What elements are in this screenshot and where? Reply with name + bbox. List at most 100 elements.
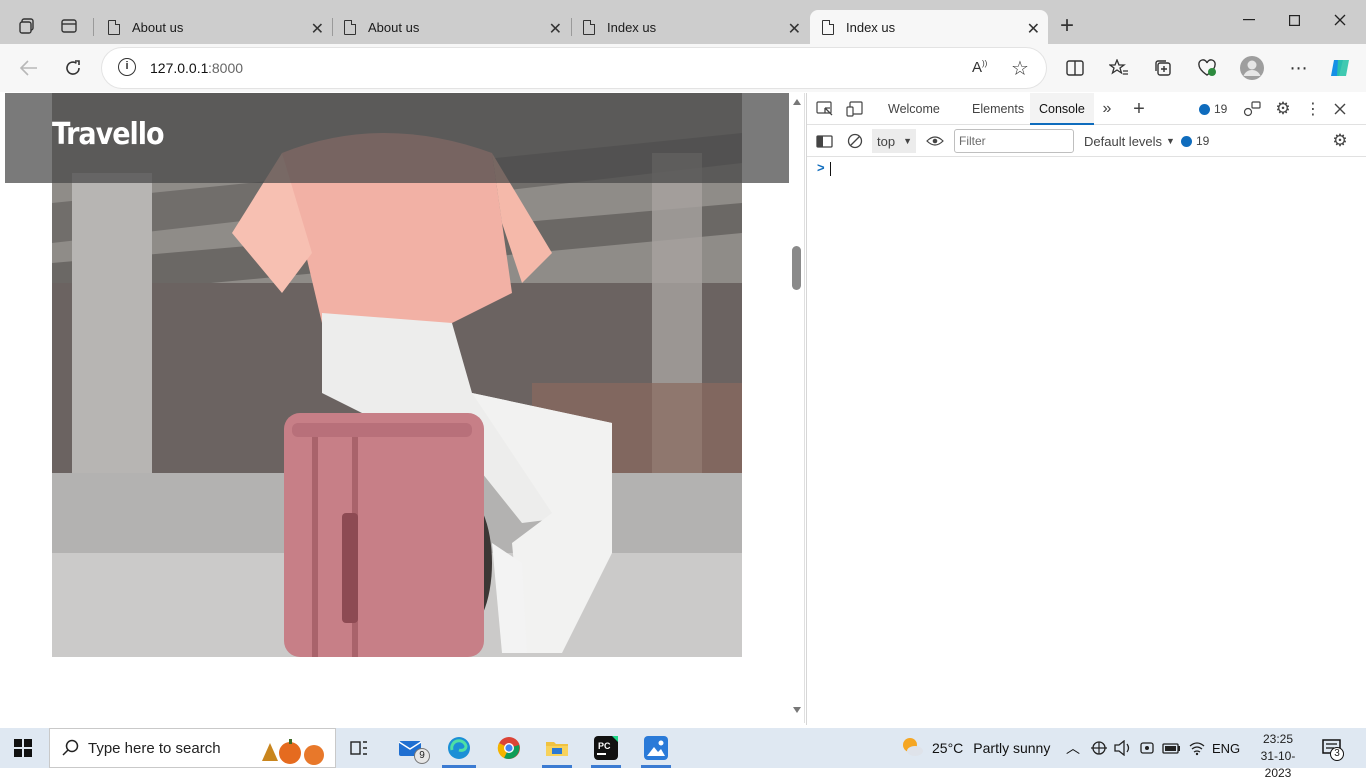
read-aloud-icon[interactable]: A))	[972, 59, 987, 76]
add-tool-button[interactable]: +	[1129, 98, 1149, 120]
devtools-tab-elements[interactable]: Elements	[972, 93, 1024, 125]
share-feedback-icon[interactable]	[1243, 99, 1261, 119]
scroll-up-arrow[interactable]	[793, 99, 801, 105]
meet-now-icon[interactable]	[1139, 728, 1155, 768]
mail-app-icon[interactable]: 9	[398, 736, 430, 764]
clock-date: 31-10-2023	[1260, 749, 1296, 780]
tab-about-us-1[interactable]: About us ✕	[96, 10, 332, 44]
input-language[interactable]: ENG	[1212, 728, 1240, 768]
profile-avatar[interactable]	[1240, 56, 1264, 80]
devtools-panel: Welcome Elements Console » + 19 ⚙ ⋮ top …	[806, 93, 1366, 725]
more-tabs-chevron-icon[interactable]: »	[1098, 99, 1116, 119]
refresh-button[interactable]	[61, 56, 85, 80]
volume-icon[interactable]	[1114, 728, 1132, 768]
dropdown-arrow-icon: ▼	[1166, 136, 1175, 146]
scroll-down-arrow[interactable]	[793, 707, 801, 713]
battery-icon[interactable]	[1162, 728, 1182, 768]
pycharm-icon[interactable]: PC	[594, 736, 618, 760]
settings-more-icon[interactable]: ⋯	[1287, 56, 1311, 80]
notifications-icon[interactable]: 3	[1322, 738, 1344, 761]
live-expression-eye-icon[interactable]	[925, 131, 945, 151]
issues-count: 19	[1214, 102, 1228, 116]
tab-about-us-2[interactable]: About us ✕	[332, 10, 570, 44]
minimize-button[interactable]	[1226, 8, 1272, 32]
search-placeholder: Type here to search	[88, 739, 221, 757]
browser-essentials-icon[interactable]	[1195, 56, 1219, 80]
scrollbar-thumb[interactable]	[792, 246, 801, 290]
back-button[interactable]	[17, 56, 41, 80]
file-explorer-icon[interactable]	[545, 736, 569, 760]
site-info-icon[interactable]: i	[118, 58, 136, 76]
favorites-icon[interactable]	[1107, 56, 1131, 80]
page-scrollbar[interactable]	[789, 93, 805, 723]
tab-title: About us	[368, 19, 420, 35]
tab-actions-icon[interactable]	[55, 12, 83, 40]
clear-console-icon[interactable]	[846, 131, 864, 151]
tab-title: Index us	[607, 19, 657, 35]
webpage-viewport: Travello	[5, 93, 789, 723]
tab-index-us-1[interactable]: Index us ✕	[571, 10, 809, 44]
close-devtools-icon[interactable]	[1331, 99, 1349, 119]
maximize-button[interactable]	[1271, 8, 1317, 32]
tab-index-us-active[interactable]: Index us ✕	[810, 10, 1048, 44]
close-tab-icon[interactable]: ✕	[1027, 19, 1040, 39]
edge-browser-icon[interactable]	[447, 736, 471, 760]
device-emulation-icon[interactable]	[845, 99, 865, 119]
console-settings-icon[interactable]: ⚙	[1330, 131, 1350, 151]
notification-badge: 3	[1330, 747, 1344, 761]
console-prompt-icon: >	[817, 160, 825, 175]
partly-sunny-icon	[900, 736, 924, 761]
network-sharing-icon[interactable]	[1090, 728, 1108, 768]
split-screen-icon[interactable]	[1063, 56, 1087, 80]
messages-count: 19	[1196, 134, 1210, 148]
console-filter-input[interactable]	[954, 129, 1074, 153]
show-sidebar-icon[interactable]	[815, 131, 833, 151]
customize-menu-icon[interactable]: ⋮	[1305, 99, 1321, 119]
clock[interactable]: 23:25 31-10-2023	[1250, 731, 1306, 780]
log-levels-label: Default levels	[1084, 133, 1163, 149]
close-window-button[interactable]	[1317, 8, 1363, 32]
issues-counter[interactable]: 19	[1199, 99, 1227, 119]
devtools-settings-icon[interactable]: ⚙	[1274, 99, 1292, 119]
show-hidden-icons-chevron-icon[interactable]: ︿	[1066, 728, 1080, 768]
context-selector[interactable]: top ▼	[872, 129, 916, 153]
browser-tab-strip: About us ✕ About us ✕ Index us ✕ Index u…	[0, 0, 1366, 44]
halloween-pumpkins-icon[interactable]	[260, 733, 334, 769]
page-icon	[822, 19, 834, 35]
chrome-icon[interactable]	[497, 736, 521, 760]
address-bar[interactable]: i 127.0.0.1 :8000 A)) ☆	[102, 48, 1046, 88]
favorite-star-icon[interactable]: ☆	[1011, 56, 1029, 81]
tab-separator	[93, 18, 94, 36]
copilot-icon[interactable]	[1328, 56, 1352, 80]
site-navbar: Travello	[5, 93, 789, 183]
photos-app-icon[interactable]	[644, 736, 668, 760]
weather-widget[interactable]: 25°C Partly sunny	[900, 728, 1050, 768]
devtools-tab-welcome[interactable]: Welcome	[888, 93, 940, 125]
windows-start-icon[interactable]	[14, 739, 32, 760]
message-bubble-icon	[1199, 103, 1210, 115]
devtools-tab-bar: Welcome Elements Console » + 19 ⚙ ⋮	[807, 93, 1366, 125]
taskbar-search-box[interactable]: Type here to search	[49, 728, 336, 768]
url-host: 127.0.0.1	[150, 60, 209, 76]
collections-icon[interactable]	[1151, 56, 1175, 80]
wifi-icon[interactable]	[1188, 728, 1206, 768]
task-view-icon[interactable]	[347, 736, 371, 760]
mail-badge: 9	[414, 748, 430, 764]
message-bubble-icon	[1181, 135, 1192, 147]
console-toolbar: top ▼ Default levels ▼ 19 ⚙	[807, 125, 1366, 157]
log-levels-dropdown[interactable]: Default levels ▼	[1084, 131, 1175, 151]
workspaces-icon[interactable]	[13, 12, 41, 40]
console-messages-counter[interactable]: 19	[1181, 131, 1209, 151]
inspect-element-icon[interactable]	[815, 99, 835, 119]
windows-taskbar: Type here to search 9 PC 25°C Partly sun…	[0, 728, 1366, 780]
close-tab-icon[interactable]: ✕	[788, 19, 801, 39]
context-value: top	[877, 133, 896, 149]
close-tab-icon[interactable]: ✕	[549, 19, 562, 39]
console-caret	[830, 162, 831, 176]
site-brand-logo[interactable]: Travello	[52, 117, 165, 152]
close-tab-icon[interactable]: ✕	[311, 19, 324, 39]
console-output[interactable]: >	[807, 157, 1366, 725]
devtools-tab-console[interactable]: Console	[1030, 93, 1094, 125]
new-tab-button[interactable]: +	[1053, 12, 1081, 40]
weather-temperature: 25°C	[932, 740, 964, 756]
